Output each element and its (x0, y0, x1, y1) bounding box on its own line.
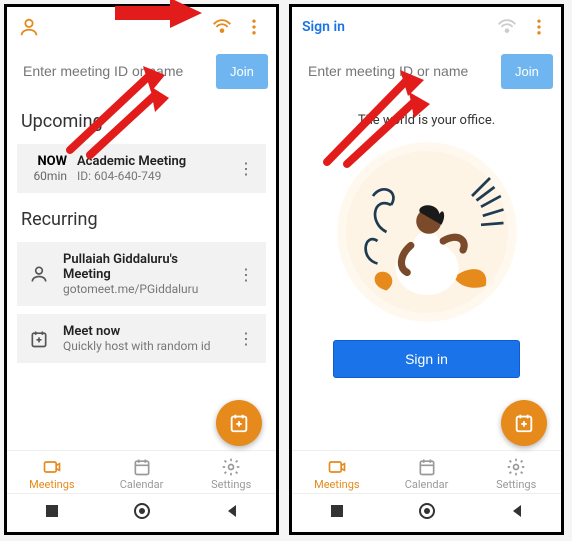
meeting-id-input[interactable] (17, 53, 210, 89)
upcoming-meeting-card[interactable]: NOW 60min Academic Meeting ID: 604-640-7… (17, 144, 266, 193)
instant-meet-icon (25, 329, 53, 349)
new-meeting-fab[interactable] (216, 400, 262, 446)
settings-icon (221, 457, 241, 477)
profile-icon[interactable] (17, 15, 41, 39)
recurring-title: Pullaiah Giddaluru's Meeting (63, 252, 224, 282)
cast-icon[interactable] (210, 15, 234, 39)
card-menu-icon[interactable]: ⋮ (234, 329, 258, 348)
tab-meetings[interactable]: Meetings (292, 457, 382, 491)
tab-calendar[interactable]: Calendar (382, 457, 472, 491)
signin-link[interactable]: Sign in (302, 19, 345, 35)
settings-icon (506, 457, 526, 477)
recurring-info: Pullaiah Giddaluru's Meeting gotomeet.me… (63, 252, 224, 296)
home-button[interactable] (418, 502, 436, 524)
tagline: The world is your office. (358, 113, 495, 128)
join-button[interactable]: Join (216, 54, 268, 89)
recurring-sub: Quickly host with random id (63, 339, 224, 353)
person-icon (25, 264, 53, 284)
meeting-id-label: ID: 604-640-749 (77, 169, 224, 183)
android-navbar (292, 493, 561, 532)
recurring-card[interactable]: Meet now Quickly host with random id ⋮ (17, 314, 266, 363)
header-right: Sign in (292, 7, 561, 47)
overflow-menu-icon[interactable] (527, 15, 551, 39)
phone-right: Sign in Join The world is your office. (289, 4, 564, 535)
recurring-info: Meet now Quickly host with random id (63, 324, 224, 353)
calendar-icon (132, 457, 152, 477)
meeting-time-block: NOW 60min (25, 154, 67, 183)
now-label: NOW (37, 154, 67, 169)
tab-meetings[interactable]: Meetings (7, 457, 97, 491)
search-row: Join (7, 47, 276, 99)
calendar-icon (417, 457, 437, 477)
back-button[interactable] (224, 503, 240, 523)
tab-label: Calendar (120, 478, 164, 491)
android-navbar (7, 493, 276, 532)
header-left (7, 7, 276, 47)
signin-button[interactable]: Sign in (333, 340, 521, 378)
overflow-menu-icon[interactable] (242, 15, 266, 39)
search-row: Join (292, 47, 561, 99)
tab-settings[interactable]: Settings (471, 457, 561, 491)
home-button[interactable] (133, 502, 151, 524)
tabbar: Meetings Calendar Settings (7, 450, 276, 493)
back-button[interactable] (509, 503, 525, 523)
recurring-card[interactable]: Pullaiah Giddaluru's Meeting gotomeet.me… (17, 242, 266, 306)
card-menu-icon[interactable]: ⋮ (234, 265, 258, 284)
recent-apps-button[interactable] (329, 503, 345, 523)
tab-label: Settings (496, 478, 536, 491)
new-meeting-fab[interactable] (501, 400, 547, 446)
tab-label: Meetings (29, 478, 74, 491)
meeting-info: Academic Meeting ID: 604-640-749 (77, 154, 224, 183)
tab-label: Settings (211, 478, 251, 491)
phone-left: Join Upcoming NOW 60min Academic Meeting… (4, 4, 279, 535)
tab-settings[interactable]: Settings (186, 457, 276, 491)
meeting-title: Academic Meeting (77, 154, 224, 169)
recurring-sub: gotomeet.me/PGiddaluru (63, 282, 224, 296)
recent-apps-button[interactable] (44, 503, 60, 523)
meeting-id-input[interactable] (302, 53, 495, 89)
tab-label: Meetings (314, 478, 359, 491)
recurring-title: Meet now (63, 324, 224, 339)
upcoming-heading: Upcoming (7, 99, 276, 140)
tab-calendar[interactable]: Calendar (97, 457, 187, 491)
illustration (337, 142, 517, 322)
recurring-heading: Recurring (7, 197, 276, 238)
meetings-icon (327, 457, 347, 477)
cast-icon[interactable] (495, 15, 519, 39)
tabbar: Meetings Calendar Settings (292, 450, 561, 493)
tab-label: Calendar (405, 478, 449, 491)
empty-state: The world is your office. (292, 99, 561, 450)
card-menu-icon[interactable]: ⋮ (234, 159, 258, 178)
duration-label: 60min (33, 169, 67, 183)
join-button[interactable]: Join (501, 54, 553, 89)
meetings-icon (42, 457, 62, 477)
